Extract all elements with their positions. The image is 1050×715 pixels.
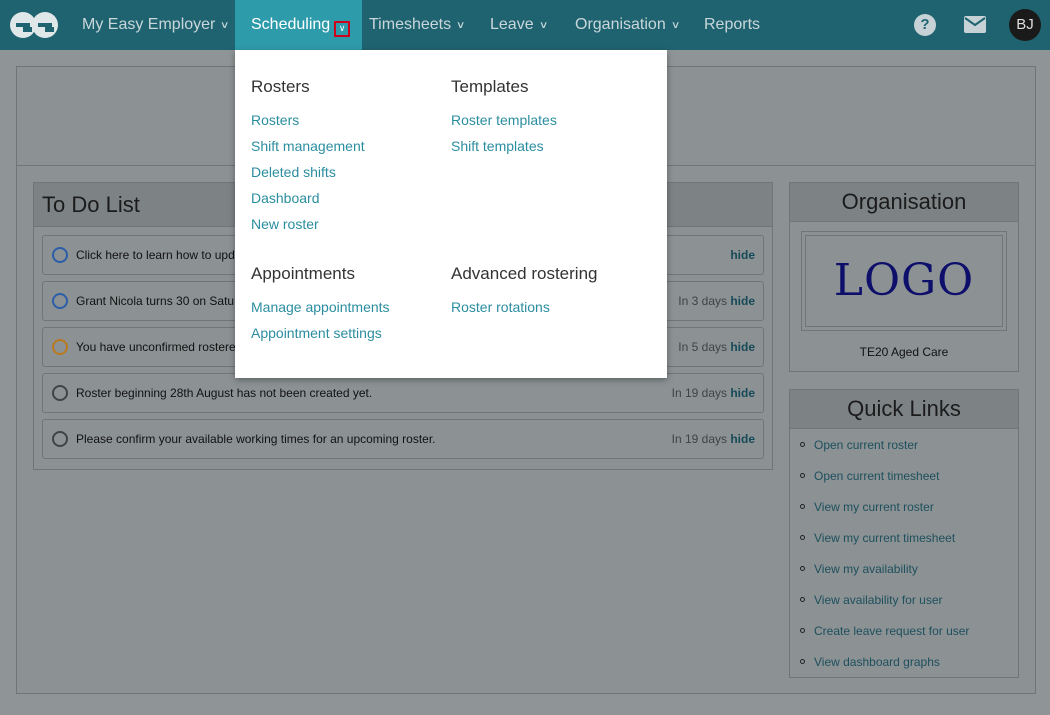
quick-link-label: View my current roster <box>814 500 934 514</box>
menu-item-shift-templates[interactable]: Shift templates <box>451 138 544 154</box>
dropdown-heading-advanced-rostering: Advanced rostering <box>451 264 598 283</box>
bullet-icon <box>800 535 805 540</box>
help-icon[interactable]: ? <box>914 14 936 36</box>
quick-link[interactable]: View my current timesheet <box>800 531 955 545</box>
todo-item-text: Please confirm your available working ti… <box>76 432 436 446</box>
todo-item-text: Click here to learn how to upd <box>76 248 235 262</box>
organisation-logo: LOGO <box>801 231 1007 331</box>
nav-leave[interactable]: Leave ∨ <box>490 0 549 50</box>
todo-item-due: In 19 days <box>671 386 727 400</box>
nav-my-easy-employer[interactable]: My Easy Employer ∨ <box>82 0 230 50</box>
mail-icon[interactable] <box>964 16 986 33</box>
chevron-down-icon: ∨ <box>220 20 230 31</box>
todo-item[interactable]: Please confirm your available working ti… <box>42 419 764 459</box>
status-circle-icon <box>52 339 68 355</box>
todo-item-text: Grant Nicola turns 30 on Satur <box>76 294 239 308</box>
organisation-title: Organisation <box>790 183 1018 222</box>
quick-links-panel: Quick Links Open current roster Open cur… <box>789 389 1019 678</box>
bullet-icon <box>800 659 805 664</box>
quick-link[interactable]: View availability for user <box>800 593 943 607</box>
menu-item-roster-rotations[interactable]: Roster rotations <box>451 299 550 315</box>
dropdown-heading-templates: Templates <box>451 77 529 96</box>
nav-organisation[interactable]: Organisation ∨ <box>575 0 681 50</box>
menu-item-rosters[interactable]: Rosters <box>251 112 299 128</box>
organisation-panel: Organisation LOGO TE20 Aged Care <box>789 182 1019 372</box>
status-circle-icon <box>52 385 68 401</box>
quick-link[interactable]: Open current roster <box>800 438 918 452</box>
bullet-icon <box>800 566 805 571</box>
todo-item-text: Roster beginning 28th August has not bee… <box>76 386 373 400</box>
dropdown-heading-rosters: Rosters <box>251 77 310 96</box>
scheduling-dropdown-menu: Rosters Rosters Shift management Deleted… <box>235 50 667 378</box>
hide-link[interactable]: hide <box>730 248 755 262</box>
nav-scheduling[interactable]: Scheduling ∨ <box>235 0 363 50</box>
quick-link[interactable]: View dashboard graphs <box>800 655 940 669</box>
quick-link-label: Open current roster <box>814 438 919 452</box>
easy-employer-logo[interactable] <box>8 10 60 40</box>
quick-link-label: Open current timesheet <box>814 469 940 483</box>
menu-item-roster-templates[interactable]: Roster templates <box>451 112 557 128</box>
todo-item[interactable]: Roster beginning 28th August has not bee… <box>42 373 764 413</box>
dropdown-heading-appointments: Appointments <box>251 264 355 283</box>
bullet-icon <box>800 597 805 602</box>
bullet-icon <box>800 628 805 633</box>
user-avatar[interactable]: BJ <box>1009 9 1041 41</box>
status-circle-icon <box>52 293 68 309</box>
nav-label: Timesheets <box>369 16 452 33</box>
hide-link[interactable]: hide <box>730 294 755 308</box>
todo-item-due: In 5 days <box>678 340 727 354</box>
chevron-down-icon: ∨ <box>538 20 549 31</box>
todo-item-text: You have unconfirmed rostere <box>76 340 236 354</box>
chevron-down-icon: ∨ <box>670 20 681 31</box>
top-navigation-bar: My Easy Employer ∨ Scheduling ∨ Timesheets… <box>0 0 1050 50</box>
nav-reports[interactable]: Reports <box>704 0 760 50</box>
menu-item-dashboard[interactable]: Dashboard <box>251 190 320 206</box>
todo-item-due: In 19 days <box>671 432 727 446</box>
menu-item-deleted-shifts[interactable]: Deleted shifts <box>251 164 336 180</box>
menu-item-shift-management[interactable]: Shift management <box>251 138 365 154</box>
bullet-icon <box>800 473 805 478</box>
quick-link-label: View dashboard graphs <box>814 655 940 669</box>
chevron-down-icon[interactable]: ∨ <box>334 21 351 37</box>
bullet-icon <box>800 504 805 509</box>
nav-label: Organisation <box>575 16 666 33</box>
logo-text: LOGO <box>805 235 1003 327</box>
hide-link[interactable]: hide <box>730 432 755 446</box>
status-circle-icon <box>52 247 68 263</box>
nav-label: Scheduling <box>251 16 331 33</box>
menu-item-appointment-settings[interactable]: Appointment settings <box>251 325 382 341</box>
organisation-name: TE20 Aged Care <box>859 345 949 359</box>
quick-link[interactable]: View my availability <box>800 562 918 576</box>
bullet-icon <box>800 442 805 447</box>
quick-link-label: View my availability <box>814 562 918 576</box>
status-circle-icon <box>52 431 68 447</box>
quick-links-title: Quick Links <box>790 390 1018 429</box>
todo-item-due: In 3 days <box>678 294 727 308</box>
hide-link[interactable]: hide <box>730 340 755 354</box>
chevron-down-icon: ∨ <box>456 20 466 31</box>
quick-link-label: View availability for user <box>814 593 943 607</box>
nav-timesheets[interactable]: Timesheets ∨ <box>369 0 466 50</box>
hide-link[interactable]: hide <box>730 386 755 400</box>
quick-link[interactable]: View my current roster <box>800 500 934 514</box>
menu-item-new-roster[interactable]: New roster <box>251 216 319 232</box>
quick-link[interactable]: Create leave request for user <box>800 624 969 638</box>
menu-item-manage-appointments[interactable]: Manage appointments <box>251 299 390 315</box>
quick-link-label: Create leave request for user <box>814 624 970 638</box>
quick-link-label: View my current timesheet <box>814 531 956 545</box>
quick-link[interactable]: Open current timesheet <box>800 469 939 483</box>
nav-label: Leave <box>490 16 534 33</box>
nav-label: My Easy Employer <box>82 16 216 33</box>
nav-label: Reports <box>704 16 761 33</box>
